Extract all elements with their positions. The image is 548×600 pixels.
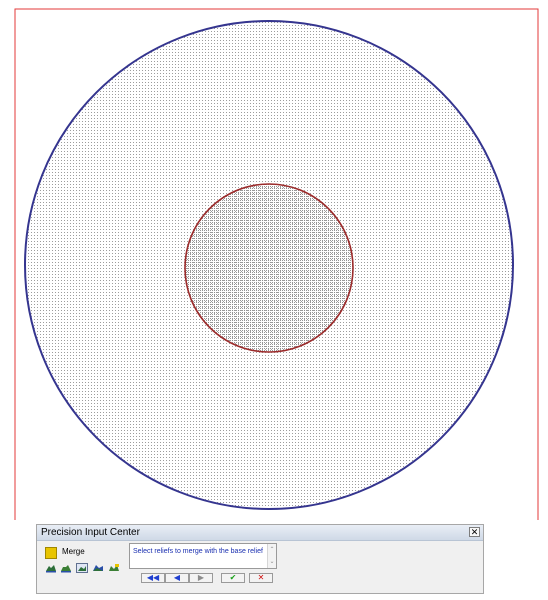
panel-titlebar[interactable]: Precision Input Center ✕ bbox=[37, 525, 483, 541]
next-button[interactable]: ▶ bbox=[189, 573, 213, 583]
scroll-up-icon[interactable]: ⌃ bbox=[268, 544, 276, 556]
prompt-text: Select reliefs to merge with the base re… bbox=[133, 548, 263, 555]
prompt-message: Select reliefs to merge with the base re… bbox=[129, 543, 277, 569]
previous-button[interactable]: ◀ bbox=[165, 573, 189, 583]
close-icon[interactable]: ✕ bbox=[469, 527, 480, 537]
panel-title: Precision Input Center bbox=[41, 527, 140, 538]
relief-tool-1-icon[interactable] bbox=[45, 563, 57, 573]
scroll-down-icon[interactable]: ⌄ bbox=[268, 556, 276, 568]
relief-tool-4-icon[interactable] bbox=[92, 563, 104, 573]
merge-label: Merge bbox=[62, 547, 85, 556]
cancel-button[interactable]: ✕ bbox=[249, 573, 273, 583]
relief-canvas[interactable] bbox=[0, 0, 548, 520]
relief-tool-2-icon[interactable] bbox=[60, 563, 72, 573]
prompt-scrollbar[interactable]: ⌃ ⌄ bbox=[267, 544, 276, 568]
relief-tool-5-icon[interactable] bbox=[108, 563, 120, 573]
3d-viewport[interactable] bbox=[0, 0, 548, 520]
first-button[interactable]: ◀◀ bbox=[141, 573, 165, 583]
merge-icon bbox=[45, 547, 57, 559]
inner-mesh-area bbox=[185, 184, 353, 352]
relief-tool-3-icon[interactable] bbox=[76, 563, 88, 573]
precision-input-center: Precision Input Center ✕ Merge Select re… bbox=[36, 524, 484, 594]
accept-button[interactable]: ✔ bbox=[221, 573, 245, 583]
